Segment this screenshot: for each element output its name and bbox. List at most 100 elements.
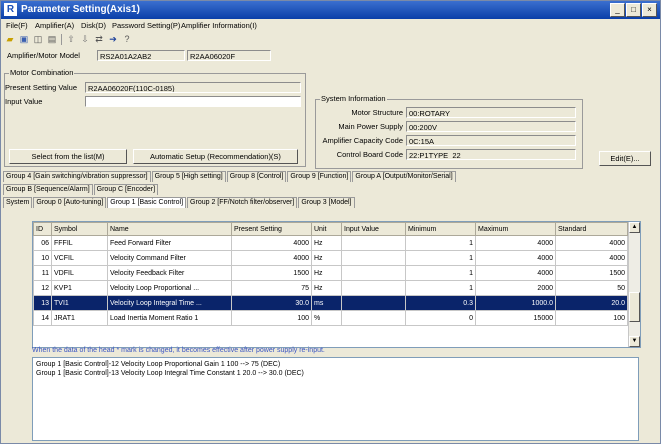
table-row[interactable]: 10 VCFIL Velocity Command Filter 4000 Hz… bbox=[33, 250, 628, 266]
cell-min: 1 bbox=[405, 280, 476, 296]
save-icon[interactable]: ▣ bbox=[18, 34, 30, 45]
cell-input[interactable] bbox=[341, 280, 406, 296]
cell-max: 4000 bbox=[475, 265, 556, 281]
col-maximum[interactable]: Maximum bbox=[475, 222, 556, 236]
cell-id: 10 bbox=[33, 250, 52, 266]
cell-max: 1000.0 bbox=[475, 295, 556, 311]
control-board-code-field: 22:P1TYPE_22 bbox=[406, 149, 576, 160]
parameter-grid: ID Symbol Name Present Setting Unit Inpu… bbox=[33, 222, 628, 326]
menu-bar: File(F) Amplifier(A) Disk(D) Password Se… bbox=[1, 19, 660, 33]
col-unit[interactable]: Unit bbox=[311, 222, 342, 236]
cell-max: 4000 bbox=[475, 235, 556, 251]
cell-present: 4000 bbox=[231, 250, 312, 266]
edit-button[interactable]: Edit(E)... bbox=[599, 151, 651, 166]
cell-input[interactable] bbox=[341, 250, 406, 266]
menu-amplifier-information[interactable]: Amplifier Information(I) bbox=[181, 21, 257, 30]
cell-name: Velocity Command Filter bbox=[107, 250, 232, 266]
select-from-list-button[interactable]: Select from the list(M) bbox=[9, 149, 127, 164]
tab-group-2[interactable]: Group 2 [FF/Notch filter/observer] bbox=[187, 197, 298, 208]
tab-row-3: System Group 0 [Auto-tuning] Group 1 [Basi… bbox=[3, 197, 356, 208]
scroll-up-icon[interactable]: ▲ bbox=[629, 222, 640, 233]
upload-icon[interactable]: ⇧ bbox=[65, 34, 77, 45]
minimize-button[interactable]: _ bbox=[610, 3, 625, 17]
help-icon[interactable]: ? bbox=[121, 34, 133, 45]
cell-input[interactable] bbox=[341, 310, 406, 326]
amp-motor-model-label: Amplifier/Motor Model bbox=[7, 51, 80, 60]
main-power-supply-field: 00:200V bbox=[406, 121, 576, 132]
tab-row-1: Group 4 [Gain switching/vibration suppre… bbox=[3, 171, 457, 182]
col-standard[interactable]: Standard bbox=[555, 222, 628, 236]
cell-unit: ms bbox=[311, 295, 342, 311]
log-line: Group 1 [Basic Control]-12 Velocity Loop… bbox=[36, 361, 281, 368]
cell-present: 1500 bbox=[231, 265, 312, 281]
automatic-setup-button[interactable]: Automatic Setup (Recommendation)(S) bbox=[133, 149, 298, 164]
table-row-selected[interactable]: 13 TVI1 Velocity Loop Integral Time ... … bbox=[33, 295, 628, 311]
col-name[interactable]: Name bbox=[107, 222, 232, 236]
tab-group-0[interactable]: Group 0 [Auto-tuning] bbox=[33, 197, 107, 208]
tab-group-9[interactable]: Group 9 [Function] bbox=[287, 171, 352, 182]
tab-group-8[interactable]: Group 8 [Control] bbox=[226, 171, 287, 182]
table-row[interactable]: 14 JRAT1 Load Inertia Moment Ratio 1 100… bbox=[33, 310, 628, 326]
tab-group-c[interactable]: Group C [Encoder] bbox=[93, 184, 159, 195]
download-icon[interactable]: ⇩ bbox=[79, 34, 91, 45]
present-setting-label: Present Setting Value bbox=[5, 83, 77, 92]
cell-symbol: TVI1 bbox=[51, 295, 108, 311]
cell-max: 2000 bbox=[475, 280, 556, 296]
cell-symbol: KVP1 bbox=[51, 280, 108, 296]
col-symbol[interactable]: Symbol bbox=[51, 222, 108, 236]
col-minimum[interactable]: Minimum bbox=[405, 222, 476, 236]
table-scrollbar[interactable]: ▲ ▼ bbox=[628, 222, 640, 347]
cell-symbol: JRAT1 bbox=[51, 310, 108, 326]
cell-name: Velocity Loop Proportional ... bbox=[107, 280, 232, 296]
input-value-label: Input Value bbox=[5, 97, 43, 106]
cell-min: 0.3 bbox=[405, 295, 476, 311]
cell-input[interactable] bbox=[341, 265, 406, 281]
cell-min: 1 bbox=[405, 265, 476, 281]
amplifier-model-field: RS2A01A2AB2 bbox=[97, 50, 185, 61]
print-preview-icon[interactable]: ◫ bbox=[32, 34, 44, 45]
close-button[interactable]: × bbox=[642, 3, 657, 17]
present-setting-field: R2AA06020F(110C-0185) bbox=[85, 82, 301, 93]
menu-disk[interactable]: Disk(D) bbox=[81, 21, 106, 30]
cell-input[interactable] bbox=[341, 295, 406, 311]
cell-std: 20.0 bbox=[555, 295, 628, 311]
tab-system[interactable]: System bbox=[3, 197, 33, 208]
tab-group-b[interactable]: Group B [Sequence/Alarm] bbox=[3, 184, 93, 195]
cell-name: Feed Forward Filter bbox=[107, 235, 232, 251]
scroll-down-icon[interactable]: ▼ bbox=[629, 336, 640, 347]
cell-name: Velocity Feedback Filter bbox=[107, 265, 232, 281]
cell-std: 50 bbox=[555, 280, 628, 296]
motor-input-field[interactable] bbox=[85, 96, 301, 107]
cell-present: 4000 bbox=[231, 235, 312, 251]
table-row[interactable]: 06 FFFIL Feed Forward Filter 4000 Hz 1 4… bbox=[33, 235, 628, 251]
menu-file[interactable]: File(F) bbox=[6, 21, 28, 30]
toolbar: ▰ ▣ ◫ ▤ ⇧ ⇩ ⇄ ➔ ? bbox=[1, 33, 660, 47]
tab-group-a[interactable]: Group A [Output/Monitor/Serial] bbox=[352, 171, 456, 182]
menu-password-setting[interactable]: Password Setting(P) bbox=[112, 21, 180, 30]
col-input-value[interactable]: Input Value bbox=[341, 222, 406, 236]
log-line: Group 1 [Basic Control]-13 Velocity Loop… bbox=[36, 370, 304, 377]
maximize-button[interactable]: □ bbox=[626, 3, 641, 17]
cell-id: 13 bbox=[33, 295, 52, 311]
cell-input[interactable] bbox=[341, 235, 406, 251]
cell-symbol: FFFIL bbox=[51, 235, 108, 251]
tab-group-1[interactable]: Group 1 [Basic Control] bbox=[107, 197, 187, 208]
cell-std: 1500 bbox=[555, 265, 628, 281]
tab-group-4[interactable]: Group 4 [Gain switching/vibration suppre… bbox=[3, 171, 151, 182]
tab-group-3[interactable]: Group 3 [Model] bbox=[298, 197, 355, 208]
tab-group-5[interactable]: Group 5 [High setting] bbox=[151, 171, 226, 182]
window-title: Parameter Setting(Axis1) bbox=[21, 4, 140, 15]
open-folder-icon[interactable]: ▰ bbox=[4, 34, 16, 45]
scrollbar-thumb[interactable] bbox=[629, 292, 640, 322]
print-icon[interactable]: ▤ bbox=[46, 34, 58, 45]
compare-icon[interactable]: ⇄ bbox=[93, 34, 105, 45]
cell-std: 4000 bbox=[555, 235, 628, 251]
col-present-setting[interactable]: Present Setting bbox=[231, 222, 312, 236]
col-id[interactable]: ID bbox=[33, 222, 52, 236]
transfer-icon[interactable]: ➔ bbox=[107, 34, 119, 45]
table-row[interactable]: 11 VDFIL Velocity Feedback Filter 1500 H… bbox=[33, 265, 628, 281]
control-board-code-label: Control Board Code bbox=[336, 150, 403, 159]
menu-amplifier[interactable]: Amplifier(A) bbox=[35, 21, 74, 30]
cell-id: 14 bbox=[33, 310, 52, 326]
table-row[interactable]: 12 KVP1 Velocity Loop Proportional ... 7… bbox=[33, 280, 628, 296]
